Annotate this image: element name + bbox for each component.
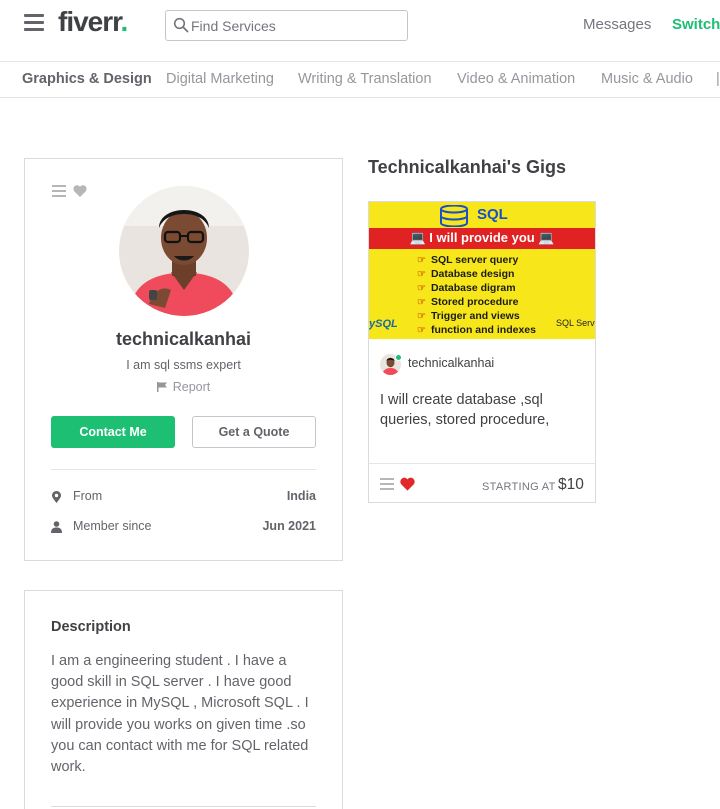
report-link[interactable]: Report	[25, 380, 342, 394]
flag-icon	[156, 382, 167, 392]
card-actions	[52, 185, 87, 197]
mysql-logo: ySQL	[369, 318, 398, 330]
description-text: I am a engineering student . I have a go…	[51, 653, 309, 776]
stat-from-value: India	[286, 489, 316, 503]
seller-username[interactable]: technicalkanhai	[25, 329, 342, 350]
gig-thumbnail[interactable]: SQL 💻 I will provide you 💻 SQL server qu…	[369, 202, 595, 339]
hamburger-menu-icon[interactable]	[24, 14, 44, 32]
gig-price[interactable]: $10	[558, 476, 584, 494]
category-video-animation[interactable]: Video & Animation	[457, 71, 575, 87]
starting-at-label: STARTING AT	[482, 481, 556, 493]
category-menu: Graphics & Design Digital Marketing Writ…	[0, 62, 720, 98]
category-graphics-design[interactable]: Graphics & Design	[22, 71, 152, 87]
gig-seller-name[interactable]: technicalkanhai	[408, 356, 494, 370]
description-divider	[51, 806, 316, 807]
description-title: Description	[51, 619, 131, 635]
sql-server-logo: SQL Serv	[556, 318, 595, 328]
gig-footer: STARTING AT $10	[369, 463, 595, 503]
top-header: fiverr. Messages Switch	[0, 0, 720, 62]
seller-profile-card: technicalkanhai I am sql ssms expert Rep…	[24, 158, 343, 561]
gig-seller-info[interactable]: technicalkanhai	[380, 354, 590, 376]
stat-member-since-value: Jun 2021	[262, 519, 316, 533]
gig-title[interactable]: I will create database ,sql queries, sto…	[380, 391, 585, 430]
profile-divider	[51, 469, 316, 470]
get-a-quote-button[interactable]: Get a Quote	[192, 416, 316, 448]
gig-card[interactable]: SQL 💻 I will provide you 💻 SQL server qu…	[368, 201, 596, 503]
category-writing-translation[interactable]: Writing & Translation	[298, 71, 432, 87]
messages-link[interactable]: Messages	[583, 16, 651, 33]
heart-icon[interactable]	[400, 477, 415, 491]
gigs-section-title: Technicalkanhai's Gigs	[368, 157, 567, 177]
category-music-audio[interactable]: Music & Audio	[601, 71, 693, 87]
description-card: Description I am a engineering student .…	[24, 590, 343, 809]
seller-avatar[interactable]	[119, 186, 249, 316]
gig-thumbnail-bullets: SQL server query Database design Databas…	[417, 254, 536, 337]
switch-to-selling-link[interactable]: Switch	[672, 16, 720, 33]
list-icon[interactable]	[52, 185, 66, 197]
contact-me-button[interactable]: Contact Me	[51, 416, 175, 448]
list-icon[interactable]	[380, 478, 394, 490]
search-box	[165, 10, 408, 41]
search-icon[interactable]	[173, 17, 189, 33]
online-status-dot	[395, 354, 402, 361]
heart-icon[interactable]	[73, 185, 87, 197]
location-pin-icon	[52, 491, 61, 503]
stat-member-since: Member since Jun 2021	[51, 519, 316, 537]
stat-from: From India	[51, 489, 316, 507]
user-icon	[51, 521, 62, 533]
search-input[interactable]	[191, 12, 401, 39]
category-overflow-edge: |	[716, 71, 720, 87]
category-digital-marketing[interactable]: Digital Marketing	[166, 71, 274, 87]
seller-tagline: I am sql ssms expert	[126, 358, 241, 372]
database-icon	[440, 205, 468, 227]
fiverr-logo[interactable]: fiverr.	[58, 6, 128, 38]
